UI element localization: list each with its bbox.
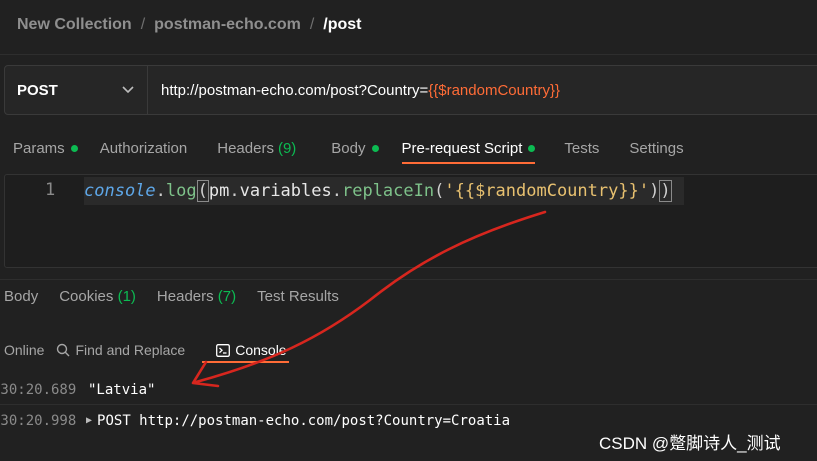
method-label: POST: [17, 81, 58, 99]
terminal-icon: [216, 343, 231, 357]
chevron-down-icon: [121, 83, 135, 97]
tab-label: Pre-request Script: [401, 140, 523, 157]
tab-label: Params: [13, 140, 65, 157]
code-token: .: [229, 181, 240, 201]
url-prefix: http://postman-echo.com/post?Country=: [161, 81, 429, 99]
footer-bar: Online Find and Replace Console: [4, 338, 318, 363]
tab-count: (7): [217, 288, 237, 305]
tab-tests[interactable]: Tests: [564, 131, 599, 161]
tab-body[interactable]: Body: [331, 131, 379, 161]
expand-caret-icon[interactable]: ▶: [86, 415, 92, 426]
code-token: variables: [239, 181, 332, 201]
code-token: pm: [208, 181, 230, 201]
response-tab-test-results[interactable]: Test Results: [257, 288, 339, 305]
tab-label: Cookies: [59, 288, 114, 305]
console-label: Console: [235, 342, 287, 358]
breadcrumb-separator: /: [309, 16, 315, 33]
script-editor[interactable]: 1 console.log(pm.variables.replaceIn('{{…: [4, 174, 817, 268]
tab-label: Tests: [564, 140, 600, 157]
tab-label: Test Results: [257, 288, 339, 305]
request-tabs: Params Authorization Headers (9) Body Pre…: [0, 131, 684, 164]
watermark: CSDN @蹩脚诗人_测试: [599, 434, 781, 453]
tab-settings[interactable]: Settings: [629, 131, 683, 161]
code-token: ): [659, 180, 672, 202]
status-dot-icon: [528, 145, 536, 152]
online-label: Online: [4, 342, 45, 358]
response-tabs: Body Cookies (1) Headers (7) Test Result…: [4, 288, 360, 305]
response-tab-body[interactable]: Body: [4, 288, 38, 305]
divider: [0, 279, 817, 280]
code-token: (: [196, 180, 209, 202]
url-variable: {{$randomCountry}}: [428, 81, 560, 99]
online-status[interactable]: Online: [4, 342, 44, 358]
line-number: 1: [45, 180, 56, 200]
tab-label: Authorization: [99, 140, 188, 157]
tab-label: Headers: [217, 140, 274, 157]
request-bar: POST http://postman-echo.com/post?Countr…: [4, 65, 817, 115]
breadcrumb-current[interactable]: /post: [323, 16, 361, 34]
response-tab-cookies[interactable]: Cookies (1): [59, 288, 136, 305]
code-token: ): [649, 181, 660, 201]
tab-headers[interactable]: Headers (9): [217, 131, 296, 161]
code-token: .: [331, 181, 342, 201]
tab-pre-request-script[interactable]: Pre-request Script: [401, 131, 536, 164]
status-dot-icon: [70, 145, 78, 152]
code-token: '{{$randomCountry}}': [444, 181, 650, 201]
find-replace-button[interactable]: Find and Replace: [56, 342, 185, 358]
active-tab-indicator: [202, 361, 289, 363]
tab-label: Settings: [629, 140, 684, 157]
tab-authorization[interactable]: Authorization: [100, 131, 188, 161]
breadcrumb-host[interactable]: postman-echo.com: [154, 16, 301, 34]
console-log-entry[interactable]: :30:20.689 "Latvia": [0, 376, 817, 405]
status-dot-icon: [371, 145, 379, 152]
tab-params[interactable]: Params: [13, 131, 78, 161]
breadcrumb-separator: /: [140, 16, 146, 33]
tab-count: (1): [117, 288, 136, 305]
log-timestamp: :30:20.689: [0, 382, 77, 398]
method-select[interactable]: POST: [5, 66, 148, 114]
code-token: (: [434, 181, 445, 201]
active-tab-indicator: [401, 162, 536, 164]
breadcrumb-collection[interactable]: New Collection: [17, 16, 132, 34]
log-timestamp: :30:20.998: [0, 412, 77, 429]
code-token: .: [155, 181, 166, 201]
find-replace-label: Find and Replace: [75, 342, 186, 358]
code-line[interactable]: console.log(pm.variables.replaceIn('{{$r…: [84, 177, 684, 205]
code-token: console: [84, 181, 156, 201]
search-icon: [57, 343, 70, 357]
tab-label: Body: [4, 288, 39, 305]
url-input[interactable]: http://postman-echo.com/post?Country= {{$…: [148, 66, 560, 114]
code-token: replaceIn: [341, 181, 435, 201]
console-button[interactable]: Console: [202, 342, 289, 363]
breadcrumb: New Collection / postman-echo.com / /pos…: [17, 15, 362, 35]
log-message: POST http://postman-echo.com/post?Countr…: [97, 412, 511, 429]
code-token: log: [165, 181, 197, 201]
tab-count: (9): [277, 140, 297, 157]
tab-label: Body: [331, 140, 366, 157]
response-tab-headers[interactable]: Headers (7): [157, 288, 236, 305]
tab-label: Headers: [156, 288, 214, 305]
divider: [0, 54, 817, 55]
log-message: "Latvia": [88, 382, 156, 398]
